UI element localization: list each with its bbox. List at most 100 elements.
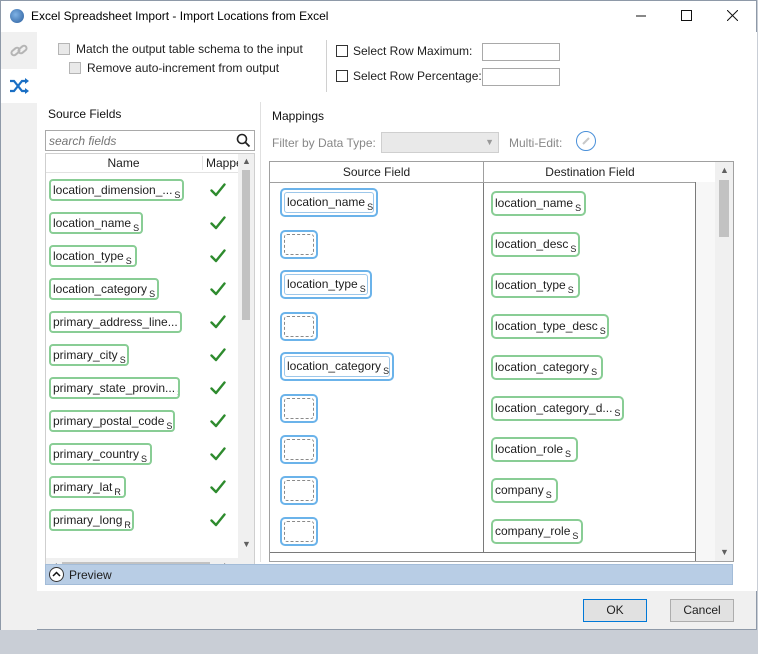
scroll-down-icon[interactable]: ▼ bbox=[720, 547, 729, 557]
background-area bbox=[0, 630, 758, 654]
scroll-down-icon[interactable]: ▼ bbox=[242, 539, 251, 549]
source-field-chip[interactable]: location_category S bbox=[284, 356, 390, 377]
destination-field-chip[interactable]: company_role S bbox=[491, 519, 583, 544]
list-item[interactable]: location_type S bbox=[46, 240, 238, 273]
row-pct-input[interactable] bbox=[482, 68, 560, 86]
close-button[interactable] bbox=[710, 1, 755, 32]
chevron-down-icon: ▼ bbox=[485, 137, 494, 147]
app-icon bbox=[10, 9, 24, 23]
destination-field-chip[interactable]: location_role S bbox=[491, 437, 578, 462]
source-field-chip[interactable]: location_category S bbox=[49, 278, 159, 300]
source-field-chip[interactable]: primary_long R bbox=[49, 509, 134, 531]
field-name: location_name bbox=[53, 216, 132, 230]
list-item[interactable]: location_name S bbox=[46, 207, 238, 240]
row-pct-checkbox[interactable] bbox=[336, 70, 348, 82]
destination-field-chip[interactable]: location_category S bbox=[491, 355, 603, 380]
mappings-title: Mappings bbox=[272, 109, 325, 123]
list-item[interactable]: primary_country S bbox=[46, 438, 238, 471]
drop-target[interactable] bbox=[284, 234, 314, 255]
column-header-name[interactable]: Name bbox=[46, 156, 201, 170]
minimize-button[interactable] bbox=[619, 1, 664, 32]
empty-source-slot[interactable] bbox=[280, 312, 318, 341]
list-item[interactable]: primary_postal_code S bbox=[46, 405, 238, 438]
source-field-chip[interactable]: primary_postal_code S bbox=[49, 410, 175, 432]
source-field-slot[interactable]: location_category S bbox=[280, 352, 394, 381]
mappings-scroll-thumb[interactable] bbox=[719, 180, 729, 237]
source-field-chip[interactable]: primary_city S bbox=[49, 344, 129, 366]
column-header-source-field[interactable]: Source Field bbox=[270, 165, 483, 179]
empty-source-slot[interactable] bbox=[280, 476, 318, 505]
data-type-select[interactable]: ▼ bbox=[381, 132, 499, 153]
scroll-up-icon[interactable]: ▲ bbox=[720, 165, 729, 175]
empty-source-slot[interactable] bbox=[280, 435, 318, 464]
source-field-chip[interactable]: primary_address_line...S bbox=[49, 311, 182, 333]
drop-target[interactable] bbox=[284, 480, 314, 501]
column-header-destination-field[interactable]: Destination Field bbox=[483, 162, 696, 182]
cell-divider bbox=[483, 183, 484, 224]
field-type: S bbox=[565, 449, 572, 459]
source-vertical-scrollbar[interactable]: ▲ ▼ bbox=[238, 154, 254, 574]
row-pct-label: Select Row Percentage: bbox=[353, 69, 482, 83]
drop-target[interactable] bbox=[284, 521, 314, 542]
source-field-chip[interactable]: location_name S bbox=[49, 212, 143, 234]
list-item[interactable]: location_dimension_... S bbox=[46, 174, 238, 207]
list-item[interactable]: primary_long R bbox=[46, 504, 238, 537]
destination-field-chip[interactable]: location_type S bbox=[491, 273, 580, 298]
drop-target[interactable] bbox=[284, 398, 314, 419]
preview-label: Preview bbox=[69, 568, 112, 582]
ok-button[interactable]: OK bbox=[583, 599, 647, 622]
destination-field-chip[interactable]: location_name S bbox=[491, 191, 586, 216]
search-box bbox=[45, 130, 255, 151]
link-tool-button[interactable] bbox=[1, 34, 37, 68]
list-item[interactable]: location_category S bbox=[46, 273, 238, 306]
checkmark-icon bbox=[210, 414, 226, 428]
match-schema-checkbox[interactable] bbox=[58, 43, 70, 55]
source-scroll-thumb[interactable] bbox=[242, 170, 250, 320]
mappings-vertical-scrollbar[interactable]: ▲ ▼ bbox=[715, 162, 733, 561]
mappings-header: Source Field Destination Field bbox=[270, 162, 715, 183]
checkmark-icon bbox=[210, 249, 226, 263]
source-field-chip[interactable]: location_type S bbox=[284, 274, 368, 295]
preview-expander[interactable]: Preview bbox=[45, 564, 733, 585]
row-max-input[interactable] bbox=[482, 43, 560, 61]
list-item[interactable]: primary_address_line...S bbox=[46, 306, 238, 339]
expand-toggle[interactable] bbox=[49, 567, 64, 582]
import-dialog: Excel Spreadsheet Import - Import Locati… bbox=[0, 0, 757, 631]
empty-source-slot[interactable] bbox=[280, 517, 318, 546]
list-item[interactable]: primary_state_provin...S bbox=[46, 372, 238, 405]
empty-source-slot[interactable] bbox=[280, 394, 318, 423]
source-field-chip[interactable]: primary_state_provin...S bbox=[49, 377, 180, 399]
link-icon bbox=[10, 44, 28, 57]
source-field-chip[interactable]: location_type S bbox=[49, 245, 137, 267]
search-input[interactable] bbox=[46, 131, 234, 150]
search-icon[interactable] bbox=[236, 133, 251, 148]
multi-edit-button[interactable] bbox=[576, 131, 596, 151]
checkmark-icon bbox=[210, 480, 226, 494]
checkmark-icon bbox=[210, 447, 226, 461]
cancel-button[interactable]: Cancel bbox=[670, 599, 734, 622]
field-name: location_name bbox=[287, 195, 366, 209]
maximize-button[interactable] bbox=[664, 1, 709, 32]
source-field-chip[interactable]: location_dimension_... S bbox=[49, 179, 184, 201]
source-field-chip[interactable]: location_name S bbox=[284, 192, 374, 213]
source-field-chip[interactable]: primary_lat R bbox=[49, 476, 126, 498]
list-item[interactable]: primary_lat R bbox=[46, 471, 238, 504]
source-field-slot[interactable]: location_name S bbox=[280, 188, 378, 217]
source-field-slot[interactable]: location_type S bbox=[280, 270, 372, 299]
source-field-chip[interactable]: primary_country S bbox=[49, 443, 152, 465]
remove-autoinc-checkbox[interactable] bbox=[69, 62, 81, 74]
destination-field-chip[interactable]: location_desc S bbox=[491, 232, 580, 257]
empty-source-slot[interactable] bbox=[280, 230, 318, 259]
panel-divider[interactable] bbox=[260, 102, 261, 562]
scroll-up-icon[interactable]: ▲ bbox=[242, 156, 251, 166]
list-item[interactable]: primary_city S bbox=[46, 339, 238, 372]
drop-target[interactable] bbox=[284, 439, 314, 460]
row-max-checkbox[interactable] bbox=[336, 45, 348, 57]
destination-field-chip[interactable]: location_category_d... S bbox=[491, 396, 624, 421]
destination-field-chip[interactable]: company S bbox=[491, 478, 558, 503]
shuffle-tool-button[interactable] bbox=[1, 69, 37, 103]
drop-target[interactable] bbox=[284, 316, 314, 337]
destination-field-chip[interactable]: location_type_desc S bbox=[491, 314, 609, 339]
field-type: R bbox=[114, 487, 121, 497]
column-header-mapped[interactable]: Mapped bbox=[202, 156, 238, 170]
